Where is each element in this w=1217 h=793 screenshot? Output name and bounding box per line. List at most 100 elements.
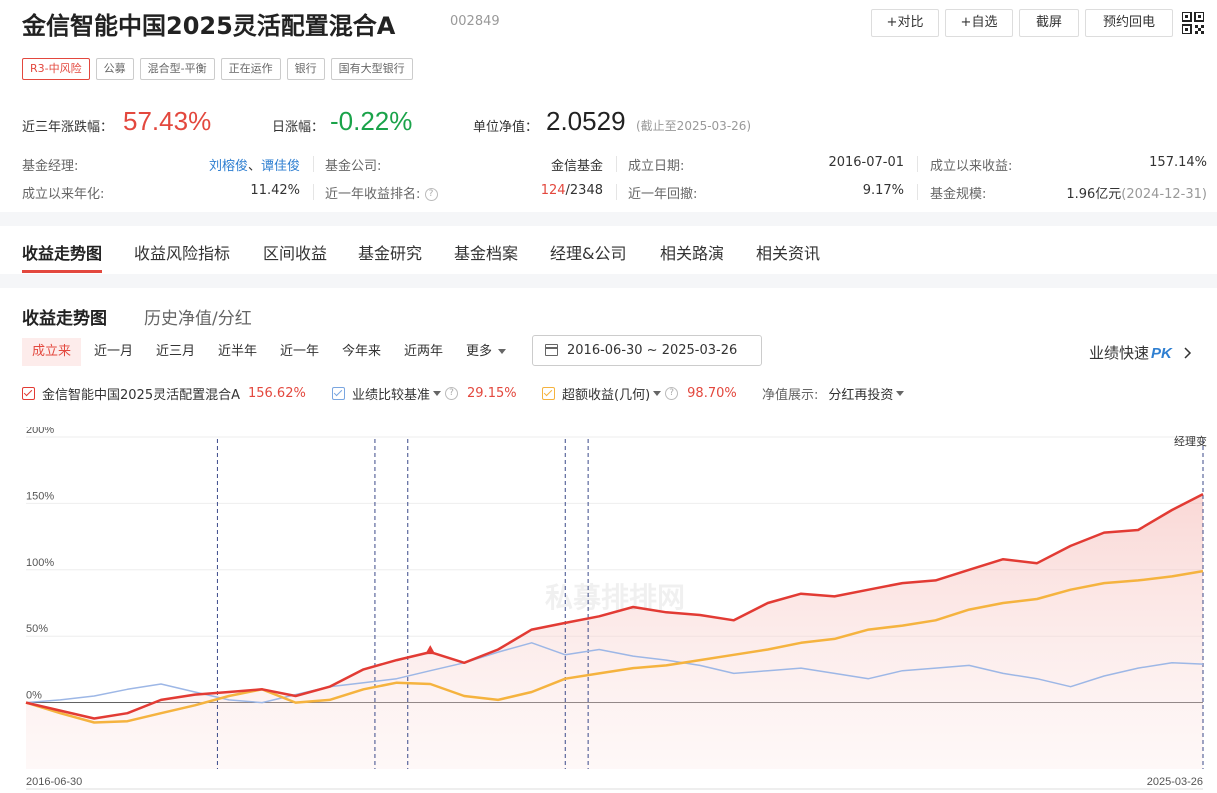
tag: 正在运作: [220, 58, 281, 80]
nav-label: 单位净值：: [473, 120, 539, 135]
period-6m[interactable]: 近半年: [208, 338, 267, 366]
checkbox-icon[interactable]: [22, 387, 35, 400]
fund-area: [26, 494, 1203, 769]
manager-label: 基金经理:: [22, 159, 79, 174]
manager-link[interactable]: 刘榕俊: [209, 159, 248, 174]
period-1m[interactable]: 近一月: [84, 338, 143, 366]
legend-fund[interactable]: 金信智能中国2025灵活配置混合A 156.62%: [22, 384, 306, 403]
screenshot-button[interactable]: 截屏: [1019, 9, 1079, 37]
period-2y[interactable]: 近两年: [394, 338, 453, 366]
nav-display-label: 净值展示:: [762, 388, 819, 403]
inception-value: 2016-07-01: [828, 155, 904, 170]
tab-period-returns[interactable]: 区间收益: [263, 240, 327, 264]
chevron-down-icon: [896, 391, 905, 396]
legend-excess-value: 98.70%: [687, 386, 737, 401]
section-nav: 收益走势图 收益风险指标 区间收益 基金研究 基金档案 经理&公司 相关路演 相…: [0, 226, 1217, 274]
tab-fund-profile[interactable]: 基金档案: [454, 240, 518, 264]
divider: [917, 184, 918, 200]
subtab-nav-history[interactable]: 历史净值/分红: [144, 304, 252, 329]
company-label: 基金公司:: [325, 159, 382, 174]
nav-display-value: 分红再投资: [828, 388, 894, 403]
help-icon[interactable]: ?: [665, 387, 679, 400]
performance-pk-link[interactable]: 业绩快速 PK: [1089, 342, 1193, 363]
legend-excess[interactable]: 超额收益(几何) ? 98.70%: [542, 384, 737, 403]
size-label: 基金规模:: [930, 187, 987, 202]
inception-label: 成立日期:: [628, 159, 685, 174]
tab-performance-chart[interactable]: 收益走势图: [22, 240, 102, 264]
y-tick-label: 50%: [26, 623, 48, 635]
annual-label: 成立以来年化:: [22, 187, 105, 202]
legend-fund-value: 156.62%: [247, 386, 306, 401]
performance-chart[interactable]: 200% 150% 100% 50% 0% 私募排排网 2016-06-30 2025-03-…: [0, 427, 1217, 793]
period-ytd[interactable]: 今年来: [332, 338, 391, 366]
help-icon[interactable]: ?: [424, 188, 438, 201]
compare-button[interactable]: +对比: [871, 9, 939, 37]
fund-code: 002849: [450, 14, 500, 29]
qrcode-icon[interactable]: [1182, 12, 1204, 34]
drawdown-value: 9.17%: [862, 183, 904, 198]
add-watchlist-button[interactable]: +自选: [945, 9, 1013, 37]
period-more-dropdown[interactable]: 更多: [456, 338, 520, 366]
callback-button[interactable]: 预约回电: [1085, 9, 1173, 37]
rank-label: 近一年收益排名:: [325, 187, 421, 202]
legend-benchmark[interactable]: 业绩比较基准 ? 29.15%: [332, 384, 517, 403]
tab-fund-research[interactable]: 基金研究: [358, 240, 422, 264]
tab-roadshows[interactable]: 相关路演: [660, 240, 724, 264]
y-tick-label: 0%: [26, 690, 42, 702]
legend-bench-value: 29.15%: [467, 386, 517, 401]
period-3m[interactable]: 近三月: [146, 338, 205, 366]
divider: [313, 156, 314, 172]
y-tick-label: 150%: [26, 490, 54, 502]
risk-tag: R3-中风险: [22, 58, 90, 80]
divider: [616, 156, 617, 172]
tag: 混合型-平衡: [139, 58, 215, 80]
checkbox-icon[interactable]: [542, 387, 555, 400]
drawdown-label: 近一年回撤:: [628, 187, 698, 202]
tag: 公募: [95, 58, 134, 80]
size-value: 1.96亿元: [1066, 187, 1122, 202]
event-marker-icon: [425, 645, 436, 655]
legend-fund-name: 金信智能中国2025灵活配置混合A: [42, 388, 240, 403]
more-label: 更多: [466, 344, 493, 359]
x-tick-label: 2025-03-26: [1147, 776, 1203, 788]
calendar-icon: [545, 344, 558, 356]
manager-link[interactable]: 谭佳俊: [261, 159, 300, 174]
since-value: 157.14%: [1149, 155, 1207, 170]
chevron-down-icon[interactable]: [653, 391, 662, 396]
tab-risk-metrics[interactable]: 收益风险指标: [134, 240, 230, 264]
nav-date: (截止至2025-03-26): [636, 119, 752, 133]
subtab-performance[interactable]: 收益走势图: [22, 304, 107, 329]
rank-total: /2348: [565, 183, 603, 198]
date-range-picker[interactable]: 2016-06-30 ~ 2025-03-26: [532, 335, 762, 366]
pk-badge: PK: [1151, 345, 1172, 362]
tag: 银行: [286, 58, 325, 80]
tag: 国有大型银行: [330, 58, 413, 80]
company-link[interactable]: 金信基金: [551, 155, 603, 174]
size-date: (2024-12-31): [1121, 187, 1207, 202]
tab-manager-company[interactable]: 经理&公司: [550, 240, 626, 264]
daily-change-label: 日涨幅：: [272, 120, 325, 135]
legend-excess-name: 超额收益(几何): [562, 388, 651, 403]
x-tick-label: 2016-06-30: [26, 776, 82, 788]
daily-change-value: -0.22%: [330, 106, 413, 136]
nav-display-select[interactable]: 净值展示: 分红再投资: [762, 384, 908, 403]
three-year-value: 57.43%: [123, 106, 212, 136]
period-1y[interactable]: 近一年: [270, 338, 329, 366]
date-range-text: 2016-06-30 ~ 2025-03-26: [567, 343, 738, 358]
watermark: 私募排排网: [545, 581, 685, 614]
nav-value: 2.0529: [546, 106, 626, 136]
divider: [917, 156, 918, 172]
chevron-down-icon[interactable]: [433, 391, 442, 396]
three-year-label: 近三年涨跌幅：: [22, 120, 114, 135]
period-since-inception[interactable]: 成立来: [22, 338, 82, 366]
tab-news[interactable]: 相关资讯: [756, 240, 820, 264]
checkbox-icon[interactable]: [332, 387, 345, 400]
active-tab-underline: [22, 270, 102, 273]
fund-header: 金信智能中国2025灵活配置混合A 002849 +对比 +自选 截屏 预约回电…: [0, 0, 1217, 212]
help-icon[interactable]: ?: [445, 387, 459, 400]
y-tick-label: 100%: [26, 557, 54, 569]
divider: [616, 184, 617, 200]
since-label: 成立以来收益:: [930, 159, 1013, 174]
pk-label: 业绩快速: [1089, 344, 1150, 362]
fund-tags: R3-中风险 公募 混合型-平衡 正在运作 银行 国有大型银行: [22, 58, 413, 80]
